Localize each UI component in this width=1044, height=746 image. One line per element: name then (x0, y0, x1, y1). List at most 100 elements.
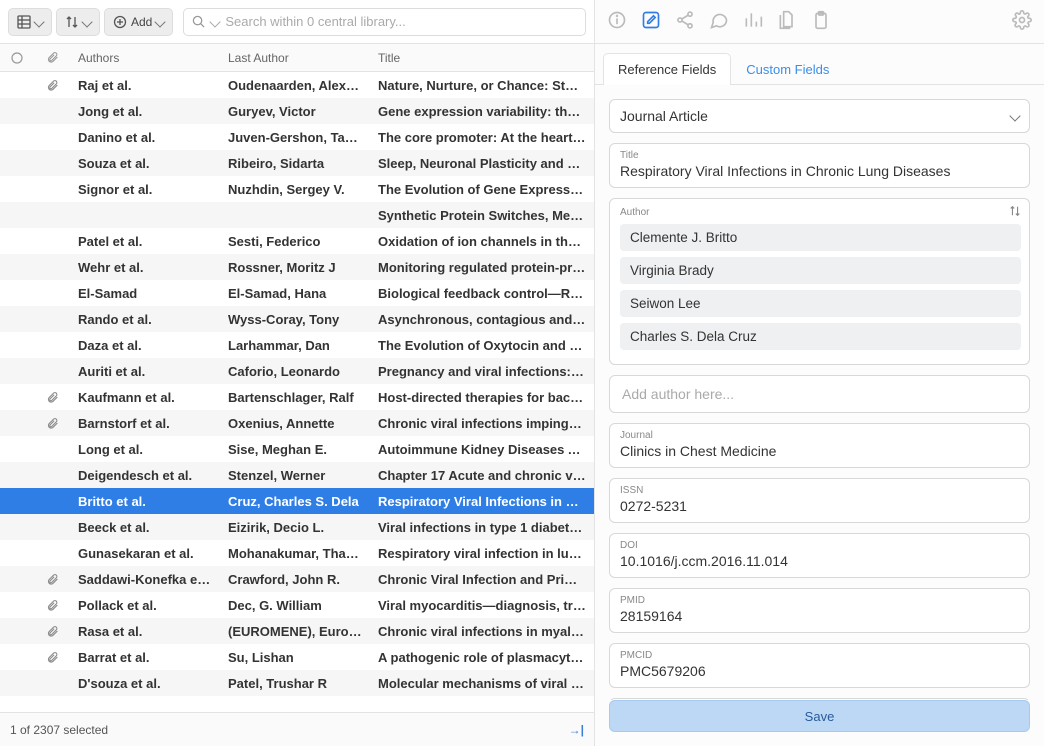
reorder-icon[interactable] (1009, 205, 1021, 220)
comment-icon[interactable] (709, 10, 729, 33)
table-row[interactable]: Wehr et al.Rossner, Moritz JMonitoring r… (0, 254, 594, 280)
table-row[interactable]: Deigendesch et al.Stenzel, WernerChapter… (0, 462, 594, 488)
row-last-author: Bartenschlager, Ralf (220, 390, 370, 405)
title-value: Respiratory Viral Infections in Chronic … (620, 163, 1019, 179)
row-attachment-cell (34, 573, 70, 586)
table-row[interactable]: Britto et al.Cruz, Charles S. DelaRespir… (0, 488, 594, 514)
table-row[interactable]: Souza et al.Ribeiro, SidartaSleep, Neuro… (0, 150, 594, 176)
row-attachment-cell (34, 79, 70, 92)
table-row[interactable]: Gunasekaran et al.Mohanakumar, Thalachal… (0, 540, 594, 566)
row-title: Viral myocarditis—diagnosis, treatment o… (370, 598, 594, 613)
journal-field[interactable]: Journal Clinics in Chest Medicine (609, 423, 1030, 468)
paperclip-icon (46, 79, 59, 92)
table-row[interactable]: Auriti et al.Caforio, LeonardoPregnancy … (0, 358, 594, 384)
table-row[interactable]: Beeck et al.Eizirik, Decio L.Viral infec… (0, 514, 594, 540)
table-row[interactable]: Daza et al.Larhammar, DanThe Evolution o… (0, 332, 594, 358)
title-label: Title (620, 150, 1019, 161)
author-label: Author (620, 207, 649, 218)
search-input[interactable] (225, 14, 577, 29)
paperclip-icon (46, 51, 59, 64)
table-icon (17, 15, 31, 29)
author-chip[interactable]: Clemente J. Britto (620, 224, 1021, 251)
row-attachment-cell (34, 651, 70, 664)
arxiv-field[interactable]: Enter arxiv here... (609, 698, 1030, 700)
title-field[interactable]: Title Respiratory Viral Infections in Ch… (609, 143, 1030, 188)
edit-icon[interactable] (641, 10, 661, 33)
gear-icon[interactable] (1012, 10, 1032, 33)
pmcid-field[interactable]: PMCID PMC5679206 (609, 643, 1030, 688)
search-field[interactable] (183, 8, 586, 36)
paperclip-icon (46, 417, 59, 430)
table-row[interactable]: Rando et al.Wyss-Coray, TonyAsynchronous… (0, 306, 594, 332)
row-last-author: Juven-Gershon, Tamar (220, 130, 370, 145)
chevron-down-icon (210, 16, 221, 27)
row-last-author: Patel, Trushar R (220, 676, 370, 691)
sort-button[interactable] (56, 8, 100, 36)
clipboard-icon[interactable] (811, 10, 831, 33)
table-row[interactable]: Raj et al.Oudenaarden, Alexan...Nature, … (0, 72, 594, 98)
table-row[interactable]: Jong et al.Guryev, VictorGene expression… (0, 98, 594, 124)
row-authors: Pollack et al. (70, 598, 220, 613)
reference-type-select[interactable]: Journal Article (609, 99, 1030, 133)
collapse-sidebar-icon[interactable]: →| (569, 723, 584, 737)
table-row[interactable]: El-SamadEl-Samad, HanaBiological feedbac… (0, 280, 594, 306)
info-icon[interactable] (607, 10, 627, 33)
detail-panel: Reference Fields Custom Fields Journal A… (595, 0, 1044, 746)
row-authors: Wehr et al. (70, 260, 220, 275)
status-text: 1 of 2307 selected (10, 723, 108, 737)
add-button[interactable]: Add (104, 8, 173, 36)
circle-icon (11, 52, 23, 64)
row-title: Respiratory viral infection in lung tran… (370, 546, 594, 561)
save-button[interactable]: Save (609, 700, 1030, 732)
row-authors: Barnstorf et al. (70, 416, 220, 431)
table-row[interactable]: Rasa et al.(EUROMENE), European Network … (0, 618, 594, 644)
library-toolbar: Add (0, 0, 594, 44)
table-row[interactable]: D'souza et al.Patel, Trushar RMolecular … (0, 670, 594, 696)
row-authors: Deigendesch et al. (70, 468, 220, 483)
title-column-header[interactable]: Title (370, 51, 594, 65)
author-chip[interactable]: Seiwon Lee (620, 290, 1021, 317)
row-authors: D'souza et al. (70, 676, 220, 691)
row-authors: Raj et al. (70, 78, 220, 93)
chevron-down-icon (1009, 110, 1020, 121)
table-row[interactable]: Barrat et al.Su, LishanA pathogenic role… (0, 644, 594, 670)
table-row[interactable]: Danino et al.Juven-Gershon, TamarThe cor… (0, 124, 594, 150)
doi-field[interactable]: DOI 10.1016/j.ccm.2016.11.014 (609, 533, 1030, 578)
row-title: The Evolution of Oxytocin and Vasotocin … (370, 338, 594, 353)
author-chip[interactable]: Charles S. Dela Cruz (620, 323, 1021, 350)
pmid-field[interactable]: PMID 28159164 (609, 588, 1030, 633)
doi-value: 10.1016/j.ccm.2016.11.014 (620, 553, 1019, 569)
author-chip[interactable]: Virginia Brady (620, 257, 1021, 284)
row-authors: Saddawi-Konefka et al. (70, 572, 220, 587)
tab-custom-fields[interactable]: Custom Fields (731, 53, 844, 85)
row-title: Chronic Viral Infection and Primary Cent… (370, 572, 594, 587)
row-title: Chapter 17 Acute and chronic viral infec… (370, 468, 594, 483)
files-icon[interactable] (777, 10, 797, 33)
table-row[interactable]: Pollack et al.Dec, G. WilliamViral myoca… (0, 592, 594, 618)
selection-column-header[interactable] (0, 52, 34, 64)
tab-reference-fields[interactable]: Reference Fields (603, 53, 731, 85)
add-author-input[interactable]: Add author here... (609, 375, 1030, 413)
journal-value: Clinics in Chest Medicine (620, 443, 1019, 459)
issn-field[interactable]: ISSN 0272-5231 (609, 478, 1030, 523)
table-row[interactable]: Synthetic Protein Switches, Methods and … (0, 202, 594, 228)
row-title: Respiratory Viral Infections in Chronic … (370, 494, 594, 509)
table-row[interactable]: Saddawi-Konefka et al.Crawford, John R.C… (0, 566, 594, 592)
view-mode-button[interactable] (8, 8, 52, 36)
row-last-author: Guryev, Victor (220, 104, 370, 119)
attachment-column-header[interactable] (34, 51, 70, 64)
table-row[interactable]: Kaufmann et al.Bartenschlager, RalfHost-… (0, 384, 594, 410)
last-author-column-header[interactable]: Last Author (220, 51, 370, 65)
row-authors: Kaufmann et al. (70, 390, 220, 405)
pmcid-value: PMC5679206 (620, 663, 1019, 679)
table-row[interactable]: Long et al.Sise, Meghan E.Autoimmune Kid… (0, 436, 594, 462)
chevron-down-icon (33, 16, 44, 27)
chart-icon[interactable] (743, 10, 763, 33)
row-last-author: El-Samad, Hana (220, 286, 370, 301)
table-row[interactable]: Patel et al.Sesti, FedericoOxidation of … (0, 228, 594, 254)
authors-column-header[interactable]: Authors (70, 51, 220, 65)
table-row[interactable]: Signor et al.Nuzhdin, Sergey V.The Evolu… (0, 176, 594, 202)
pmid-value: 28159164 (620, 608, 1019, 624)
share-icon[interactable] (675, 10, 695, 33)
table-row[interactable]: Barnstorf et al.Oxenius, AnnetteChronic … (0, 410, 594, 436)
